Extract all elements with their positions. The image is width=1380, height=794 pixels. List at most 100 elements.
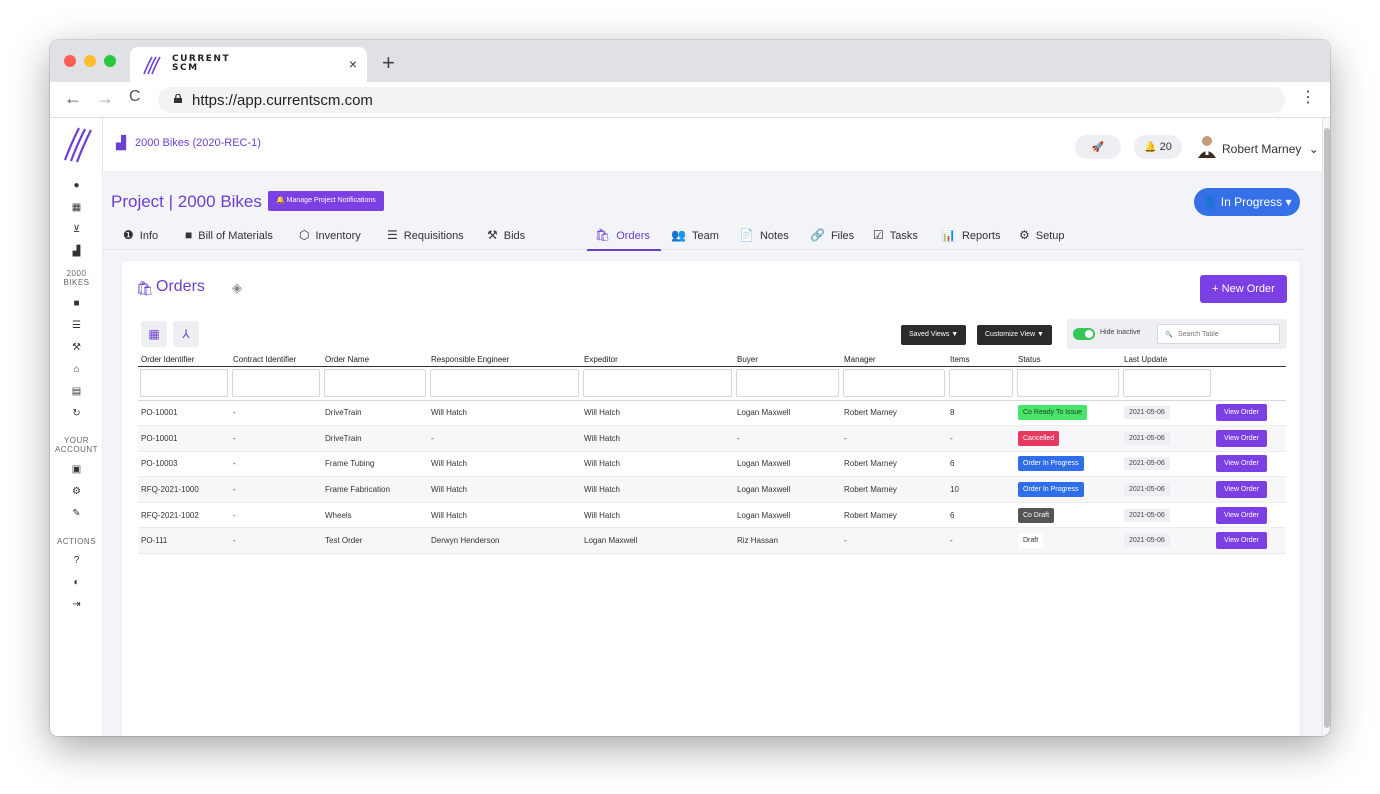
back-button[interactable]: ← <box>64 88 82 109</box>
view-order-button[interactable]: View Order <box>1216 429 1267 447</box>
tab-bill-of-materials[interactable]: ■ Bill of Materials <box>185 228 273 242</box>
cell-status: Order In Progress <box>1015 451 1121 478</box>
filter-buyer[interactable] <box>736 369 839 397</box>
tab-bids[interactable]: ⚒ Bids <box>487 228 525 242</box>
col-manager[interactable]: Manager <box>841 354 947 366</box>
view-order-button[interactable]: View Order <box>1216 481 1267 499</box>
edit-icon[interactable]: ✎ <box>50 508 103 520</box>
col-expeditor[interactable]: Expeditor <box>581 354 734 366</box>
filter-order-identifier[interactable] <box>140 369 228 397</box>
close-window-button[interactable] <box>64 55 76 67</box>
tag-icon[interactable]: ◈ <box>232 280 242 296</box>
help-icon[interactable]: ? <box>50 555 103 567</box>
scrollbar-thumb[interactable] <box>1324 128 1330 728</box>
cell-engineer: Derwyn Henderson <box>428 527 581 555</box>
tab-notes[interactable]: 📄 Notes <box>739 228 789 242</box>
sync-icon[interactable]: ↻ <box>50 408 103 420</box>
tab-label: Reports <box>961 230 1001 242</box>
filter-contract-identifier[interactable] <box>232 369 320 397</box>
col-order-name[interactable]: Order Name <box>322 354 428 366</box>
col-last-update[interactable]: Last Update <box>1121 354 1213 366</box>
id-card-icon[interactable]: ▣ <box>50 464 103 476</box>
filter-manager[interactable] <box>843 369 945 397</box>
app-logo-icon[interactable] <box>59 124 95 164</box>
col-contract-identifier[interactable]: Contract Identifier <box>230 354 322 366</box>
tab-info[interactable]: ❶ Info <box>123 228 158 242</box>
table-row[interactable]: PO-10003 - Frame Tubing Will Hatch Will … <box>138 451 1286 478</box>
gavel-icon[interactable]: ⚒ <box>50 342 103 354</box>
search-input[interactable] <box>1157 324 1280 344</box>
notifications-button[interactable]: 🔔 20 <box>1134 135 1182 159</box>
col-responsible-engineer[interactable]: Responsible Engineer <box>428 354 581 366</box>
manage-notifications-button[interactable]: 🔔 Manage Project Notifications <box>268 191 384 211</box>
factory-icon[interactable]: ▟ <box>50 246 103 258</box>
tab-close-button[interactable]: × <box>349 56 357 72</box>
browser-menu-button[interactable]: ⋮ <box>1300 87 1316 107</box>
url-field[interactable]: https://app.currentscm.com <box>158 87 1285 113</box>
maximize-window-button[interactable] <box>104 55 116 67</box>
pdf-export-icon[interactable]: ⅄ <box>173 321 199 347</box>
theme-icon[interactable]: ◐ <box>50 577 103 589</box>
tab-orders[interactable]: 🛍 Orders <box>595 228 650 242</box>
tab-brand-line2: SCM <box>172 63 199 73</box>
folder-icon[interactable]: ■ <box>50 298 103 310</box>
requisitions-icon[interactable]: ☰ <box>50 320 103 332</box>
tab-files[interactable]: 🔗 Files <box>810 228 854 242</box>
reload-button[interactable]: C <box>129 88 141 106</box>
filter-status[interactable] <box>1017 369 1119 397</box>
view-order-button[interactable]: View Order <box>1216 455 1267 473</box>
cell-last-update: 2021-05-06 <box>1121 476 1213 503</box>
saved-views-button[interactable]: Saved Views ▼ <box>901 325 967 345</box>
cell-items: - <box>947 527 1015 555</box>
view-order-button[interactable]: View Order <box>1216 532 1267 550</box>
table-row[interactable]: RFQ-2021-1002 - Wheels Will Hatch Will H… <box>138 502 1286 529</box>
col-items[interactable]: Items <box>947 354 1015 366</box>
basket-icon[interactable]: ⌂ <box>50 364 103 376</box>
hide-inactive-toggle[interactable] <box>1073 328 1095 340</box>
col-status[interactable]: Status <box>1015 354 1121 366</box>
filter-last-update[interactable] <box>1123 369 1211 397</box>
table-row[interactable]: PO-111 - Test Order Derwyn Henderson Log… <box>138 527 1286 555</box>
project-breadcrumb-link[interactable]: 2000 Bikes (2020-REC-1) <box>135 137 261 149</box>
tab-tasks[interactable]: ☑ Tasks <box>873 228 918 242</box>
view-order-button[interactable]: View Order <box>1216 506 1267 524</box>
account-label-line1: YOUR <box>63 436 90 445</box>
cell-action: View Order <box>1213 451 1286 478</box>
table-row[interactable]: PO-10001 - DriveTrain - Will Hatch - - -… <box>138 425 1286 452</box>
col-buyer[interactable]: Buyer <box>734 354 841 366</box>
profile-icon[interactable]: ● <box>50 180 103 192</box>
document-icon[interactable]: ▤ <box>50 386 103 398</box>
tab-setup[interactable]: ⚙ Setup <box>1019 228 1065 242</box>
table-header-row: Order Identifier Contract Identifier Ord… <box>138 354 1286 366</box>
filter-items[interactable] <box>949 369 1013 397</box>
forward-button[interactable]: → <box>96 88 114 109</box>
tab-inventory[interactable]: ⬡ Inventory <box>299 228 361 242</box>
tab-team[interactable]: 👥 Team <box>671 228 719 242</box>
new-tab-button[interactable]: + <box>382 50 395 76</box>
cart-icon[interactable]: ⊻ <box>50 224 103 236</box>
factory-icon: ▟ <box>116 135 126 150</box>
filter-responsible-engineer[interactable] <box>430 369 579 397</box>
view-order-button[interactable]: View Order <box>1216 404 1267 422</box>
tab-requisitions[interactable]: ☰ Requisitions <box>387 228 464 242</box>
avatar[interactable] <box>1197 134 1217 158</box>
page-scrollbar[interactable] <box>1322 118 1330 736</box>
browser-tab[interactable]: CURRENT SCM × <box>130 47 367 82</box>
user-settings-icon[interactable]: ⚙ <box>50 486 103 498</box>
company-icon[interactable]: ▦ <box>50 202 103 214</box>
filter-order-name[interactable] <box>324 369 426 397</box>
tab-reports[interactable]: 📊 Reports <box>941 228 1000 242</box>
table-row[interactable]: RFQ-2021-1000 - Frame Fabrication Will H… <box>138 476 1286 503</box>
new-order-button[interactable]: + New Order <box>1200 275 1287 303</box>
launch-button[interactable]: 🚀 <box>1075 135 1121 159</box>
project-status-dropdown[interactable]: 👤 In Progress ▾ <box>1194 188 1300 216</box>
cell-items: 6 <box>947 451 1015 478</box>
col-order-identifier[interactable]: Order Identifier <box>138 354 230 366</box>
minimize-window-button[interactable] <box>84 55 96 67</box>
filter-expeditor[interactable] <box>583 369 732 397</box>
user-menu[interactable]: Robert Marney ⌄ <box>1222 142 1319 156</box>
logout-icon[interactable]: ⇥ <box>50 599 103 611</box>
excel-export-icon[interactable]: ▦ <box>141 321 167 347</box>
customize-view-button[interactable]: Customize View ▼ <box>977 325 1052 345</box>
table-row[interactable]: PO-10001 - DriveTrain Will Hatch Will Ha… <box>138 400 1286 427</box>
